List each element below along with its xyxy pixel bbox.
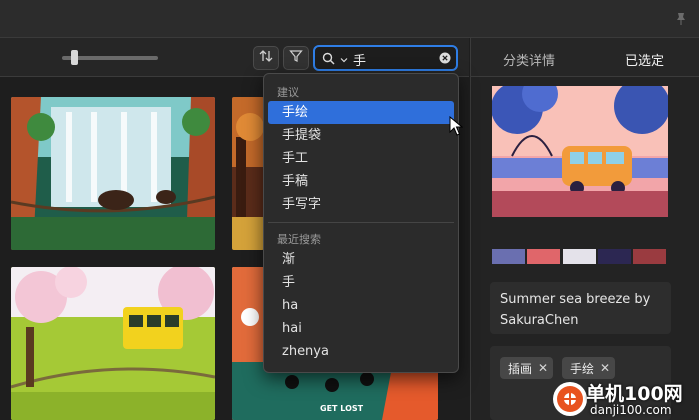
- window-titlebar: [0, 0, 699, 38]
- selected-image-preview: [492, 86, 668, 217]
- recent-searches-header: 最近搜索: [277, 233, 321, 246]
- recent-search-item[interactable]: hai: [268, 317, 454, 340]
- recent-search-item[interactable]: zhenya: [268, 340, 454, 363]
- chevron-down-icon[interactable]: [340, 53, 348, 68]
- thumbnail-caption: GET LOST: [320, 404, 364, 413]
- filter-icon: [289, 49, 303, 67]
- image-title-field[interactable]: Summer sea breeze by SakuraChen: [490, 282, 671, 334]
- palette-swatch[interactable]: [633, 249, 666, 264]
- recent-search-item[interactable]: 渐: [268, 248, 454, 271]
- tag-chip[interactable]: 手绘 ✕: [562, 357, 616, 379]
- waterfall-illustration: [11, 97, 215, 250]
- suggestion-item[interactable]: 手工: [268, 147, 454, 170]
- image-thumbnail[interactable]: [232, 97, 264, 250]
- search-suggestions-dropdown: 建议 手绘 手提袋 手工 手稿 手写字 最近搜索 渐 手 ha hai zhen…: [263, 73, 459, 373]
- suggestions-header: 建议: [277, 86, 299, 99]
- dropdown-divider: [268, 222, 454, 223]
- sort-icon: [258, 49, 274, 67]
- watermark-url: danji100.com: [590, 403, 672, 417]
- tab-category-details[interactable]: 分类详情: [503, 50, 555, 69]
- close-icon[interactable]: ✕: [538, 361, 548, 375]
- palette-swatch[interactable]: [598, 249, 631, 264]
- clear-search-icon[interactable]: [439, 52, 451, 68]
- watermark-logo-icon: [553, 382, 587, 416]
- pin-icon[interactable]: [675, 12, 687, 30]
- palette-swatch[interactable]: [527, 249, 560, 264]
- image-thumbnail[interactable]: [11, 267, 215, 420]
- suggestion-item[interactable]: 手绘: [268, 101, 454, 124]
- palette-swatch[interactable]: [492, 249, 525, 264]
- tag-chip[interactable]: 插画 ✕: [500, 357, 554, 379]
- search-icon: [322, 52, 335, 69]
- search-input[interactable]: 手: [313, 45, 458, 71]
- tag-label: 手绘: [570, 361, 595, 376]
- tag-label: 插画: [508, 361, 533, 376]
- recent-search-item[interactable]: 手: [268, 271, 454, 294]
- zoom-slider-handle[interactable]: [71, 50, 78, 65]
- image-thumbnail[interactable]: [11, 97, 215, 250]
- suggestion-item[interactable]: 手写字: [268, 193, 454, 216]
- watermark: 单机100网 danji100.com: [553, 378, 699, 420]
- close-icon[interactable]: ✕: [600, 361, 610, 375]
- mouse-cursor-icon: [449, 115, 464, 140]
- filter-button[interactable]: [283, 46, 309, 70]
- sort-button[interactable]: [253, 46, 279, 70]
- suggestion-item[interactable]: 手提袋: [268, 124, 454, 147]
- van-illustration: [492, 86, 668, 217]
- recent-search-item[interactable]: ha: [268, 294, 454, 317]
- palette-swatch[interactable]: [563, 249, 596, 264]
- forest-illustration: [232, 97, 264, 250]
- tab-selected[interactable]: 已选定: [625, 50, 664, 69]
- watermark-title: 单机100网: [586, 383, 683, 405]
- train-illustration: [11, 267, 215, 420]
- suggestion-item[interactable]: 手稿: [268, 170, 454, 193]
- search-input-value[interactable]: 手: [353, 50, 366, 69]
